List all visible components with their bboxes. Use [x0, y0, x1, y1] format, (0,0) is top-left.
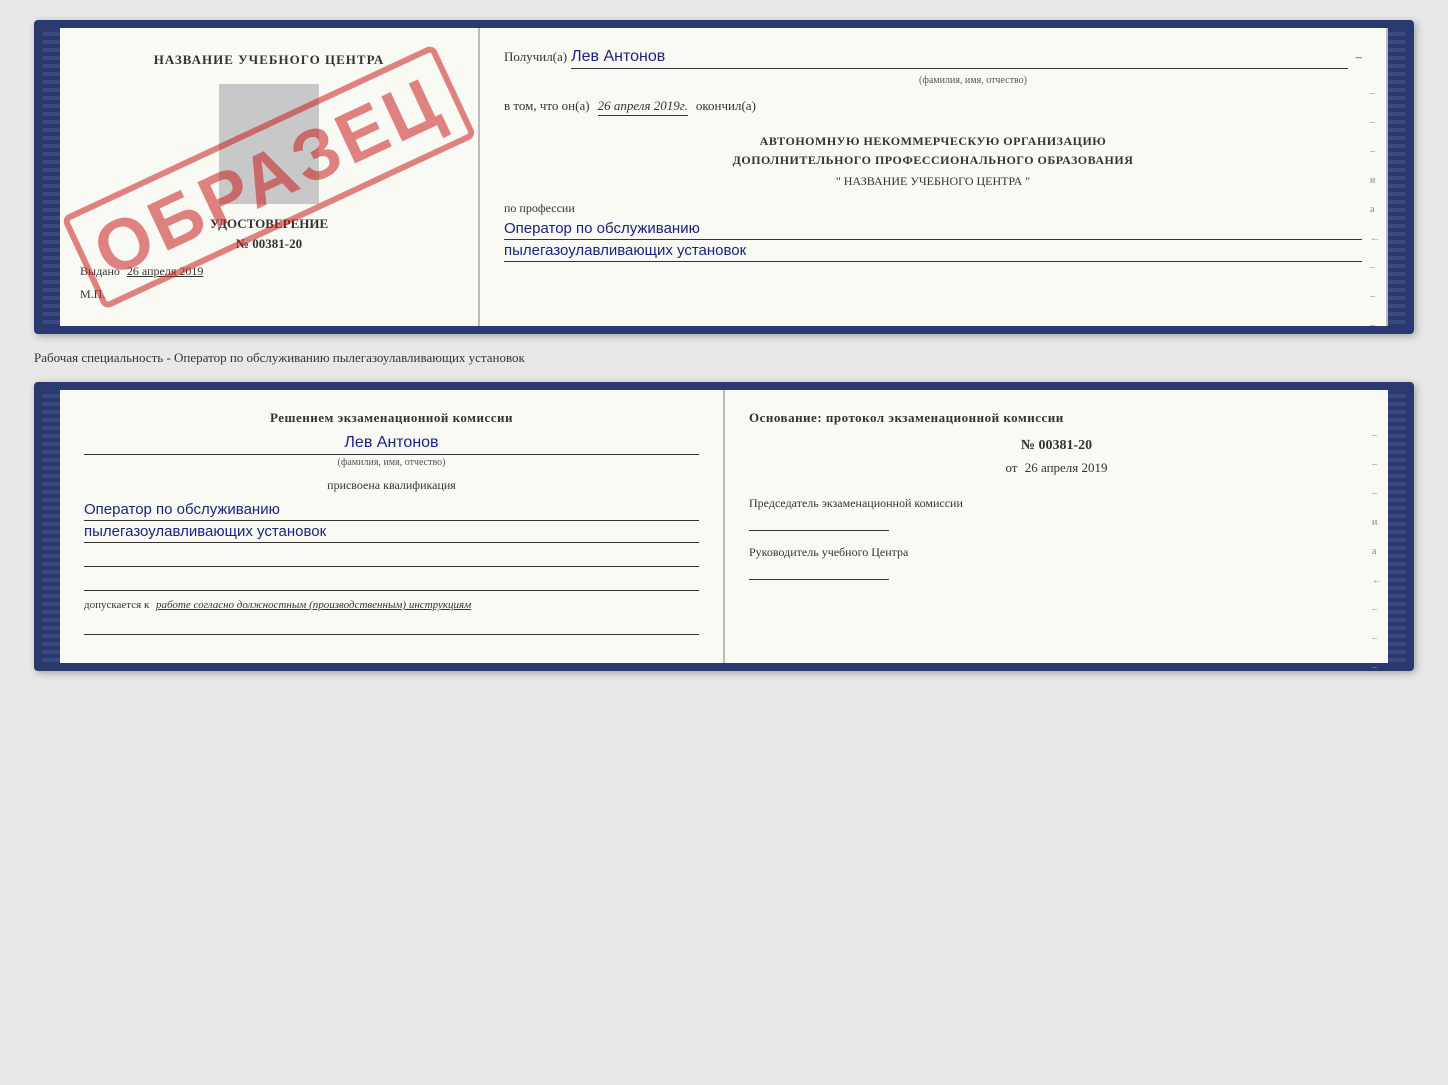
chairman-signature-line	[749, 515, 889, 531]
decision-fio-hint: (фамилия, имя, отчество)	[84, 457, 699, 468]
director-signature-line	[749, 564, 889, 580]
cert-mp: М.П.	[80, 287, 458, 302]
qualification-value-2: пылегазоулавливающих установок	[84, 523, 699, 543]
bottom-cert-right-page: Основание: протокол экзаменационной коми…	[725, 390, 1388, 663]
side-marks-top: – – – и а ← – – –	[1370, 88, 1380, 331]
bottom-certificate: Решением экзаменационной комиссии Лев Ан…	[34, 382, 1414, 671]
org-name: " НАЗВАНИЕ УЧЕБНОГО ЦЕНТРА "	[504, 174, 1362, 189]
book-spine-right-top	[1388, 28, 1406, 326]
chairman-block: Председатель экзаменационной комиссии	[749, 496, 1364, 531]
document-container: НАЗВАНИЕ УЧЕБНОГО ЦЕНТРА УДОСТОВЕРЕНИЕ №…	[34, 20, 1414, 671]
profession-value-2: пылегазоулавливающих установок	[504, 242, 1362, 262]
cert-issued: Выдано 26 апреля 2019	[80, 264, 458, 279]
book-spine-left	[42, 28, 60, 326]
basis-title: Основание: протокол экзаменационной коми…	[749, 410, 1364, 426]
blank-line-2	[84, 575, 699, 591]
book-spine-bottom-left	[42, 390, 60, 663]
separator-text: Рабочая специальность - Оператор по обсл…	[34, 346, 1414, 370]
director-block: Руководитель учебного Центра	[749, 545, 1364, 580]
completed-prefix: в том, что он(а)	[504, 98, 590, 114]
received-name: Лев Антонов	[571, 48, 1347, 69]
org-line1: АВТОНОМНУЮ НЕКОММЕРЧЕСКУЮ ОРГАНИЗАЦИЮ	[504, 132, 1362, 151]
org-line2: ДОПОЛНИТЕЛЬНОГО ПРОФЕССИОНАЛЬНОГО ОБРАЗО…	[504, 151, 1362, 170]
decision-title: Решением экзаменационной комиссии	[84, 410, 699, 426]
received-label: Получил(а)	[504, 49, 567, 65]
top-cert-left-page: НАЗВАНИЕ УЧЕБНОГО ЦЕНТРА УДОСТОВЕРЕНИЕ №…	[60, 28, 480, 326]
profession-label: по профессии	[504, 201, 1362, 216]
cert-title: НАЗВАНИЕ УЧЕБНОГО ЦЕНТРА	[80, 52, 458, 68]
book-spine-bottom-right	[1388, 390, 1406, 663]
side-marks-bottom: – – – и а ← – – –	[1372, 430, 1382, 673]
issued-date: 26 апреля 2019	[127, 264, 203, 278]
admitted-work-text: работе согласно должностным (производств…	[156, 599, 471, 611]
director-label: Руководитель учебного Центра	[749, 545, 1364, 560]
admitted-prefix: допускается к	[84, 599, 149, 611]
cert-subtitle: УДОСТОВЕРЕНИЕ	[80, 216, 458, 232]
blank-line-3	[84, 619, 699, 635]
admitted-text: допускается к работе согласно должностны…	[84, 599, 699, 611]
basis-date: от 26 апреля 2019	[749, 460, 1364, 476]
received-line: Получил(а) Лев Антонов –	[504, 48, 1362, 69]
completed-line: в том, что он(а) 26 апреля 2019г. окончи…	[504, 98, 1362, 116]
qualification-value-1: Оператор по обслуживанию	[84, 501, 699, 521]
basis-number: № 00381-20	[749, 438, 1364, 454]
top-cert-right-page: Получил(а) Лев Антонов – (фамилия, имя, …	[480, 28, 1388, 326]
profession-value-1: Оператор по обслуживанию	[504, 220, 1362, 240]
top-certificate: НАЗВАНИЕ УЧЕБНОГО ЦЕНТРА УДОСТОВЕРЕНИЕ №…	[34, 20, 1414, 334]
decision-assigned: присвоена квалификация	[84, 478, 699, 493]
org-block: АВТОНОМНУЮ НЕКОММЕРЧЕСКУЮ ОРГАНИЗАЦИЮ ДО…	[504, 132, 1362, 170]
completed-suffix: окончил(а)	[696, 98, 756, 114]
bottom-cert-left-page: Решением экзаменационной комиссии Лев Ан…	[60, 390, 725, 663]
chairman-label: Председатель экзаменационной комиссии	[749, 496, 1364, 511]
issued-label: Выдано	[80, 264, 120, 278]
blank-line-1	[84, 551, 699, 567]
basis-date-prefix: от	[1005, 460, 1017, 475]
photo-placeholder	[219, 84, 319, 204]
decision-name: Лев Антонов	[84, 434, 699, 455]
completed-date: 26 апреля 2019г.	[598, 98, 688, 116]
fio-hint-top: (фамилия, имя, отчество)	[584, 75, 1362, 86]
cert-number: № 00381-20	[80, 236, 458, 252]
basis-date-value: 26 апреля 2019	[1025, 460, 1108, 475]
